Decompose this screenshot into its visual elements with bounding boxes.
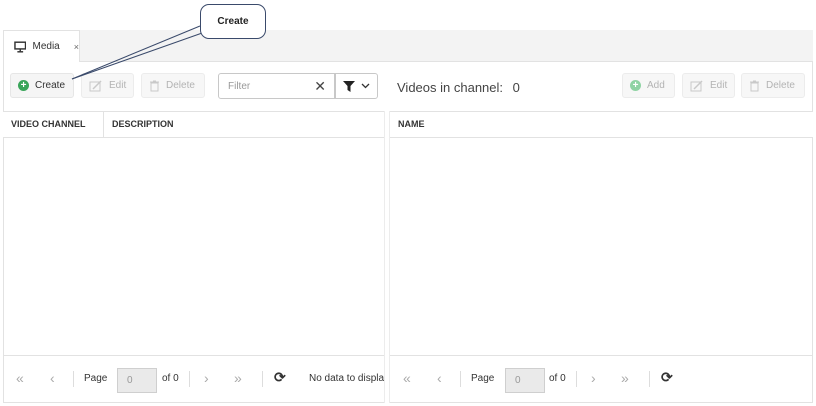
callout-text: Create <box>217 16 249 27</box>
annotation-callout: Create <box>200 4 266 39</box>
callout-connector <box>71 25 206 80</box>
